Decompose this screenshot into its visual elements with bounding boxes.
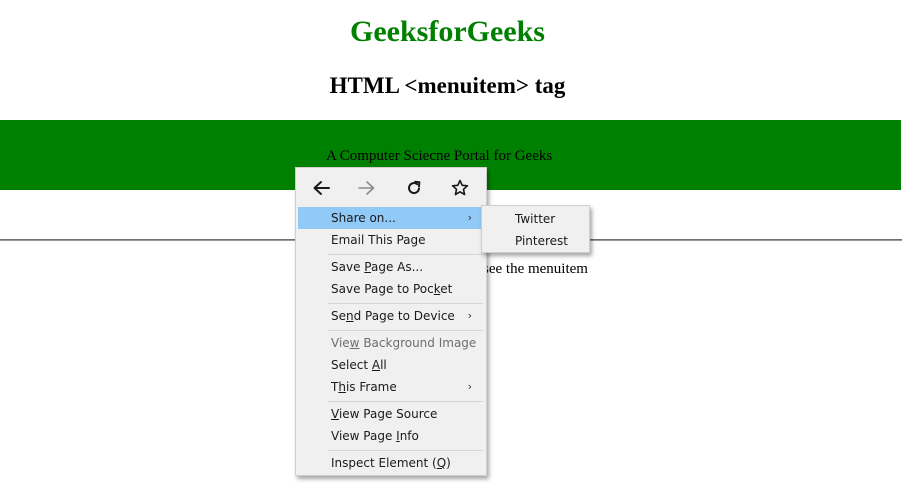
menu-separator bbox=[328, 254, 483, 255]
submenu-arrow-icon: › bbox=[467, 309, 472, 322]
bookmark-button[interactable] bbox=[446, 175, 474, 201]
menu-item-accesskey: w bbox=[349, 336, 360, 350]
menu-item-send-to-device[interactable]: Send Page to Device › bbox=[298, 305, 484, 327]
menu-item-select-all[interactable]: Select All bbox=[298, 354, 484, 376]
menu-item-label-part: View Page bbox=[331, 429, 397, 443]
menu-item-label-part: ll bbox=[380, 358, 387, 372]
menu-item-label-part: Select bbox=[331, 358, 372, 372]
menu-item-label-part: is Frame bbox=[345, 380, 397, 394]
menu-item-label: Share on... bbox=[331, 211, 396, 225]
menu-separator bbox=[328, 330, 483, 331]
reload-button[interactable] bbox=[400, 175, 428, 201]
menu-item-share-on[interactable]: Share on... › bbox=[298, 207, 484, 229]
menu-separator bbox=[328, 303, 483, 304]
menu-item-accesskey: Q bbox=[436, 456, 447, 470]
hint-text: see the menuitem bbox=[483, 261, 588, 277]
menu-item-view-background-image: View Background Image bbox=[298, 332, 484, 354]
back-button[interactable] bbox=[307, 175, 335, 201]
star-icon bbox=[451, 179, 469, 196]
menu-item-label-part: Save bbox=[331, 260, 365, 274]
menu-item-inspect-element[interactable]: Inspect Element (Q) bbox=[298, 452, 484, 474]
menu-item-accesskey: A bbox=[371, 358, 381, 372]
menu-item-email-page[interactable]: Email This Page bbox=[298, 229, 484, 251]
menu-item-label: Email This Page bbox=[331, 233, 426, 247]
site-title: GeeksforGeeks bbox=[350, 15, 545, 48]
menu-item-label-part: iew Page Source bbox=[338, 407, 438, 421]
menu-item-label-part: Se bbox=[331, 309, 346, 323]
menu-item-accesskey: V bbox=[331, 407, 339, 421]
submenu-arrow-icon: › bbox=[467, 211, 472, 224]
menu-separator bbox=[328, 450, 483, 451]
menu-item-accesskey: n bbox=[346, 309, 354, 323]
menu-item-label-part: Vie bbox=[331, 336, 350, 350]
menu-item-label-part: Save Page to Poc bbox=[331, 282, 434, 296]
back-arrow-icon bbox=[313, 181, 330, 195]
submenu-item-pinterest[interactable]: Pinterest bbox=[484, 230, 588, 252]
menu-item-save-page-as[interactable]: Save Page As... bbox=[298, 256, 484, 278]
submenu-arrow-icon: › bbox=[467, 380, 472, 393]
menu-item-this-frame[interactable]: This Frame › bbox=[298, 376, 484, 398]
menu-separator bbox=[328, 401, 483, 402]
menu-item-label-part: age As... bbox=[370, 260, 424, 274]
menu-item-accesskey: P bbox=[364, 260, 371, 274]
menu-item-label-part: d Page to Device bbox=[353, 309, 455, 323]
menu-item-save-to-pocket[interactable]: Save Page to Pocket bbox=[298, 278, 484, 300]
banner-text: A Computer Sciecne Portal for Geeks bbox=[326, 148, 553, 164]
submenu-item-twitter[interactable]: Twitter bbox=[484, 208, 588, 230]
menu-item-accesskey: h bbox=[338, 380, 346, 394]
menu-item-label-part: et bbox=[440, 282, 453, 296]
menu-item-label-part: Inspect Element ( bbox=[331, 456, 437, 470]
share-submenu: Twitter Pinterest bbox=[481, 205, 590, 253]
menu-item-view-page-source[interactable]: View Page Source bbox=[298, 403, 484, 425]
menu-item-view-page-info[interactable]: View Page Info bbox=[298, 425, 484, 447]
menu-item-label-part: Background Image bbox=[359, 336, 477, 350]
context-menu-nav-row bbox=[296, 168, 486, 207]
menu-item-label-part: nfo bbox=[399, 429, 419, 443]
forward-arrow-icon bbox=[358, 181, 375, 195]
reload-icon bbox=[408, 180, 421, 195]
context-menu: Share on... › Email This Page Save Page … bbox=[295, 167, 487, 476]
menu-item-label-part: ) bbox=[446, 456, 451, 470]
forward-button[interactable] bbox=[353, 175, 381, 201]
page-heading: HTML <menuitem> tag bbox=[329, 73, 566, 98]
